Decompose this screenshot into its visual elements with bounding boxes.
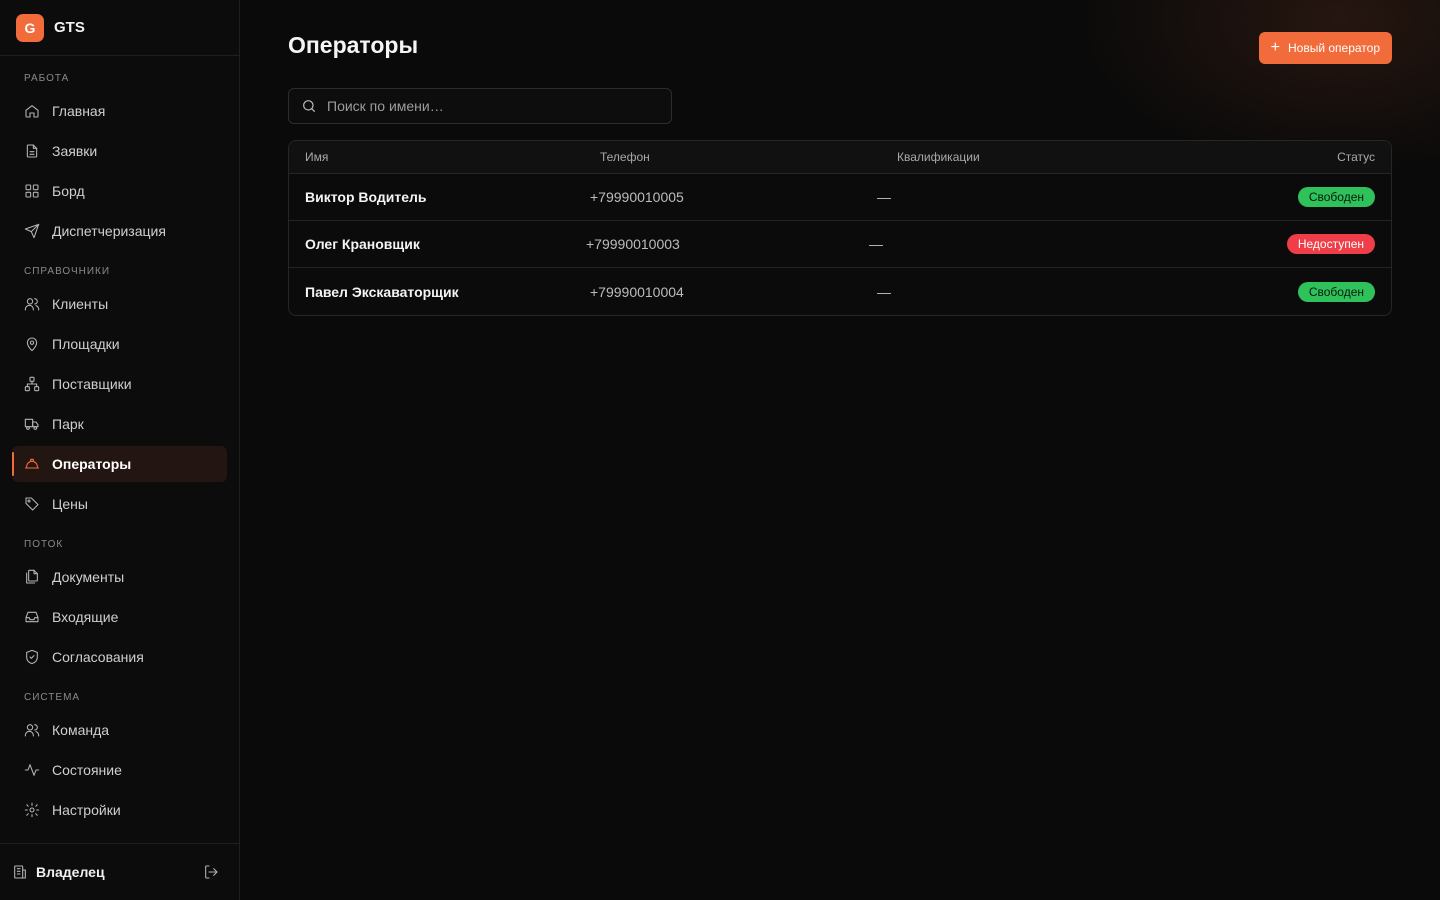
- status-badge: Свободен: [1297, 187, 1375, 207]
- new-operator-label: Новый оператор: [1287, 41, 1380, 55]
- sidebar-item-label: Поставщики: [52, 376, 132, 392]
- building-icon: [12, 864, 28, 880]
- sidebar-item-label: Входящие: [52, 609, 119, 625]
- sidebar-item-label: Операторы: [52, 456, 132, 472]
- tag-icon: [24, 496, 40, 512]
- sidebar-nav: РАБОТА Главная Заявки Борд Диспетчеризац…: [0, 73, 239, 828]
- sidebar-item-inbox[interactable]: Входящие: [12, 599, 227, 635]
- operator-name: Виктор Водитель: [305, 189, 427, 205]
- section-label-work: РАБОТА: [24, 73, 70, 84]
- sidebar-item-label: Состояние: [52, 762, 122, 778]
- sidebar-item-fleet[interactable]: Парк: [12, 406, 227, 442]
- shield-check-icon: [24, 649, 40, 665]
- map-pin-icon: [24, 336, 40, 352]
- file-text-icon: [24, 143, 40, 159]
- operator-phone: +79990010003: [586, 236, 680, 252]
- operators-table: Имя Телефон Квалификации Статус Виктор В…: [288, 140, 1392, 316]
- sidebar-item-documents[interactable]: Документы: [12, 559, 227, 595]
- truck-icon: [24, 416, 40, 432]
- section-label-references: СПРАВОЧНИКИ: [24, 266, 111, 277]
- sidebar: G GTS РАБОТА Главная Заявки Борд Диспетч…: [0, 0, 240, 900]
- sidebar-item-clients[interactable]: Клиенты: [12, 286, 227, 322]
- activity-icon: [24, 762, 40, 778]
- sidebar-item-settings[interactable]: Настройки: [12, 792, 227, 828]
- sidebar-item-label: Документы: [52, 569, 125, 585]
- column-header-name[interactable]: Имя: [305, 150, 600, 164]
- sidebar-item-label: Главная: [52, 103, 106, 119]
- plus-icon: +: [1270, 39, 1280, 56]
- search-icon: [301, 98, 317, 114]
- sidebar-item-label: Клиенты: [52, 296, 109, 312]
- operator-phone: +79990010005: [590, 189, 684, 205]
- sidebar-item-dispatch[interactable]: Диспетчеризация: [12, 213, 227, 249]
- main-content: Операторы + Новый оператор Имя Телефон К…: [240, 0, 1440, 900]
- logout-icon[interactable]: [203, 864, 219, 880]
- send-icon: [24, 223, 40, 239]
- operator-name: Павел Экскаваторщик: [305, 283, 459, 300]
- sidebar-item-label: Борд: [52, 183, 85, 199]
- home-icon: [24, 103, 40, 119]
- sidebar-footer: Владелец: [0, 843, 239, 900]
- gear-icon: [24, 802, 40, 818]
- sidebar-item-label: Парк: [52, 416, 84, 432]
- sidebar-item-operators[interactable]: Операторы: [12, 446, 227, 482]
- operator-phone: +79990010004: [590, 283, 684, 300]
- column-header-phone[interactable]: Телефон: [600, 150, 897, 164]
- page-title: Операторы: [288, 32, 419, 58]
- table-row[interactable]: Олег Крановщик +79990010003 — Недоступен: [289, 221, 1391, 268]
- sidebar-item-health[interactable]: Состояние: [12, 752, 227, 788]
- operator-qualifications: —: [877, 189, 891, 205]
- table-row[interactable]: Виктор Водитель +79990010005 — Свободен: [289, 174, 1391, 221]
- sidebar-item-suppliers[interactable]: Поставщики: [12, 366, 227, 402]
- sidebar-item-prices[interactable]: Цены: [12, 486, 227, 522]
- operator-status: Свободен: [1197, 187, 1375, 207]
- table-row[interactable]: Павел Экскаваторщик +79990010004 — Свобо…: [289, 268, 1391, 315]
- table-header: Имя Телефон Квалификации Статус: [289, 141, 1391, 174]
- grid-icon: [24, 183, 40, 199]
- users-icon: [24, 296, 40, 312]
- column-header-qualifications[interactable]: Квалификации: [897, 150, 1197, 164]
- section-label-flow: ПОТОК: [24, 539, 64, 550]
- status-badge: Свободен: [1297, 281, 1375, 302]
- sidebar-item-approvals[interactable]: Согласования: [12, 639, 227, 675]
- brand-logo: G: [16, 13, 44, 42]
- column-header-status[interactable]: Статус: [1197, 150, 1375, 164]
- operator-status: Недоступен: [1197, 234, 1375, 254]
- sidebar-item-board[interactable]: Борд: [12, 173, 227, 209]
- sidebar-item-label: Согласования: [52, 649, 144, 665]
- sidebar-item-label: Диспетчеризация: [52, 223, 166, 239]
- owner-name[interactable]: Владелец: [36, 864, 203, 880]
- brand[interactable]: G GTS: [0, 0, 239, 56]
- sidebar-item-sites[interactable]: Площадки: [12, 326, 227, 362]
- section-label-system: СИСТЕМА: [24, 692, 81, 703]
- brand-name: GTS: [54, 19, 85, 36]
- sidebar-item-label: Команда: [52, 722, 110, 738]
- operator-qualifications: —: [869, 236, 883, 252]
- operator-qualifications: —: [877, 283, 891, 300]
- new-operator-button[interactable]: + Новый оператор: [1258, 32, 1392, 64]
- sidebar-item-team[interactable]: Команда: [12, 712, 227, 748]
- search-input[interactable]: [327, 98, 647, 114]
- status-badge: Недоступен: [1286, 234, 1375, 254]
- inbox-icon: [24, 609, 40, 625]
- app-root: G GTS РАБОТА Главная Заявки Борд Диспетч…: [0, 0, 1440, 900]
- hard-hat-icon: [24, 456, 40, 472]
- sidebar-item-label: Цены: [52, 496, 88, 512]
- network-icon: [24, 376, 40, 392]
- operator-name: Олег Крановщик: [305, 236, 420, 252]
- sidebar-item-label: Настройки: [52, 802, 121, 818]
- operator-status: Свободен: [1197, 281, 1375, 302]
- sidebar-item-home[interactable]: Главная: [12, 93, 227, 129]
- sidebar-item-requests[interactable]: Заявки: [12, 133, 227, 169]
- team-icon: [24, 722, 40, 738]
- search-box[interactable]: [288, 88, 672, 124]
- sidebar-item-label: Площадки: [52, 336, 120, 352]
- files-icon: [24, 569, 40, 585]
- sidebar-item-label: Заявки: [52, 143, 98, 159]
